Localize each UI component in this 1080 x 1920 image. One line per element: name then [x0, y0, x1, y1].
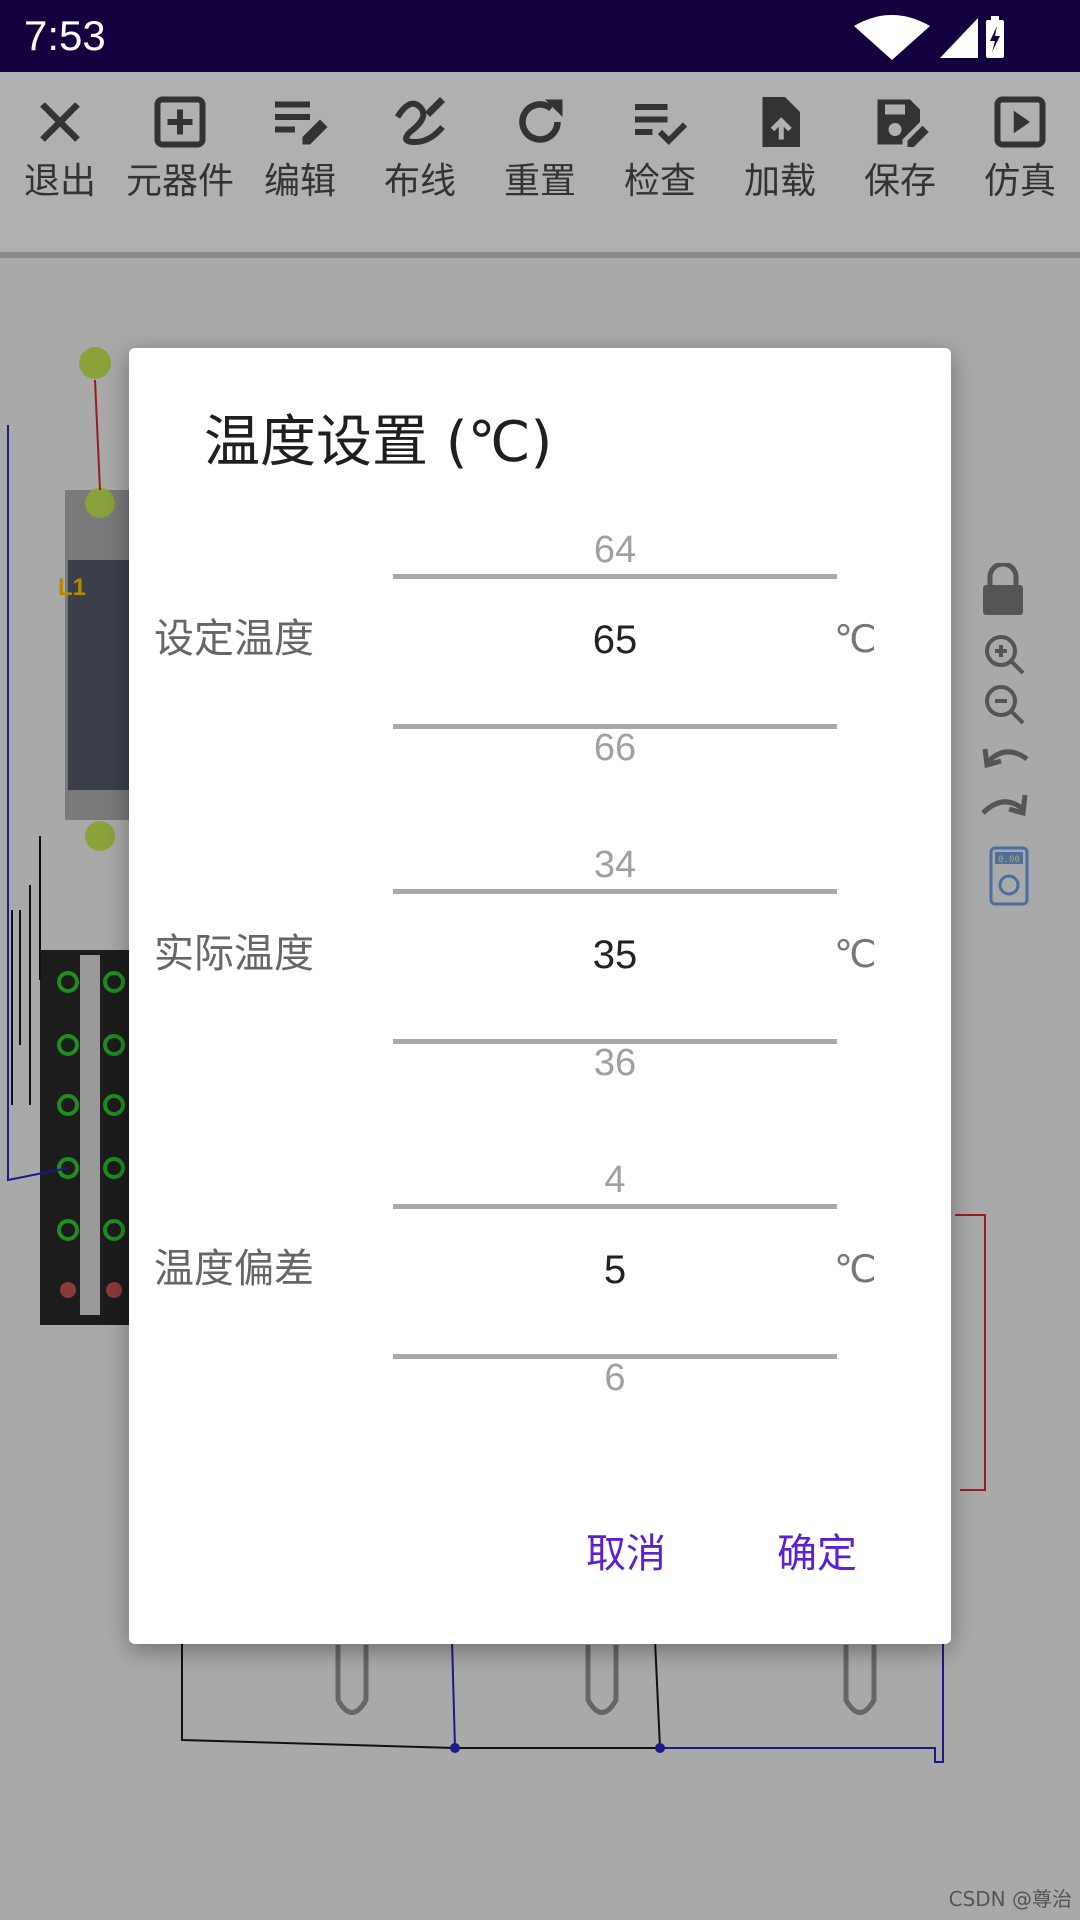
- add-box-icon: [154, 96, 206, 148]
- exit-button[interactable]: 退出: [0, 92, 120, 242]
- toolbar-label: 加载: [743, 161, 816, 202]
- save-icon: [877, 99, 929, 147]
- system-status-icons: [854, 15, 1004, 60]
- toolbar-label: 元器件: [125, 161, 234, 202]
- checklist-icon: [635, 104, 688, 145]
- unit-label: ℃: [834, 932, 877, 976]
- multimeter-icon: 0.00: [989, 846, 1029, 906]
- picker-next-value[interactable]: 36: [393, 1039, 837, 1087]
- side-toolbar: 0.00: [975, 561, 1055, 913]
- temperature-deviation-label: 温度偏差: [154, 1246, 314, 1292]
- reset-button[interactable]: 重置: [480, 92, 600, 242]
- watermark: CSDN @尊治: [948, 1887, 1072, 1911]
- actual-temperature-picker[interactable]: 34 35 36: [393, 831, 837, 1111]
- actual-temperature-row: 实际温度 34 35 36 ℃: [129, 831, 951, 1111]
- toolbar-label: 重置: [503, 161, 576, 202]
- zoom-in-icon: [985, 635, 1025, 675]
- toolbar-label: 仿真: [983, 161, 1056, 202]
- toolbar-label: 检查: [623, 161, 696, 202]
- play-icon: [994, 96, 1046, 148]
- unit-label: ℃: [834, 1247, 877, 1291]
- wiring-button[interactable]: 布线: [360, 92, 480, 242]
- redo-icon: [981, 794, 1028, 817]
- signal-icon: [940, 18, 978, 58]
- zoom-out-icon: [985, 685, 1025, 725]
- unit-label: ℃: [834, 617, 877, 661]
- multimeter-reading: 0.00: [998, 855, 1020, 865]
- close-icon: [40, 102, 80, 142]
- picker-current-value[interactable]: 65: [393, 614, 837, 666]
- status-bar: 7:53: [0, 0, 1080, 72]
- toolbar-label: 保存: [863, 161, 936, 202]
- edit-button[interactable]: 编辑: [240, 92, 360, 242]
- set-temperature-row: 设定温度 64 65 66 ℃: [129, 516, 951, 796]
- picker-divider: [393, 1204, 837, 1209]
- temperature-deviation-row: 温度偏差 4 5 6 ℃: [129, 1146, 951, 1426]
- picker-divider: [393, 574, 837, 579]
- picker-prev-value[interactable]: 4: [393, 1156, 837, 1204]
- set-temperature-label: 设定温度: [154, 616, 314, 662]
- wiring-icon: [394, 97, 445, 146]
- temperature-deviation-picker[interactable]: 4 5 6: [393, 1146, 837, 1426]
- load-button[interactable]: 加载: [720, 92, 840, 242]
- main-toolbar: 退出 元器件 编辑 布线 重置 检查 加载 保存 仿真: [0, 72, 1080, 258]
- toolbar-label: 编辑: [263, 161, 336, 202]
- picker-prev-value[interactable]: 64: [393, 526, 837, 574]
- picker-next-value[interactable]: 6: [393, 1354, 837, 1402]
- lock-icon: [983, 561, 1023, 615]
- check-button[interactable]: 检查: [600, 92, 720, 242]
- dialog-title: 温度设置 (℃): [204, 410, 553, 475]
- components-button[interactable]: 元器件: [120, 92, 240, 242]
- picker-next-value[interactable]: 66: [393, 724, 837, 772]
- picker-divider: [393, 889, 837, 894]
- undo-icon: [982, 748, 1029, 769]
- set-temperature-picker[interactable]: 64 65 66: [393, 516, 837, 796]
- terminal-label: L1: [58, 574, 87, 601]
- picker-current-value[interactable]: 5: [393, 1244, 837, 1296]
- cancel-button[interactable]: 取消: [576, 1528, 676, 1580]
- temperature-settings-dialog: 温度设置 (℃) 设定温度 64 65 66 ℃ 实际温度 34 35 36 ℃…: [129, 348, 951, 1644]
- edit-list-icon: [275, 101, 328, 145]
- toolbar-label: 退出: [23, 161, 96, 202]
- simulate-button[interactable]: 仿真: [960, 92, 1080, 242]
- status-time: 7:53: [24, 12, 106, 59]
- ok-button[interactable]: 确定: [767, 1528, 867, 1580]
- save-button[interactable]: 保存: [840, 92, 960, 242]
- actual-temperature-label: 实际温度: [154, 931, 314, 977]
- toolbar-label: 布线: [383, 161, 456, 202]
- picker-prev-value[interactable]: 34: [393, 841, 837, 889]
- wifi-icon: [854, 15, 930, 60]
- battery-icon: [986, 16, 1004, 58]
- refresh-icon: [519, 99, 563, 143]
- picker-current-value[interactable]: 35: [393, 929, 837, 981]
- upload-file-icon: [762, 97, 800, 147]
